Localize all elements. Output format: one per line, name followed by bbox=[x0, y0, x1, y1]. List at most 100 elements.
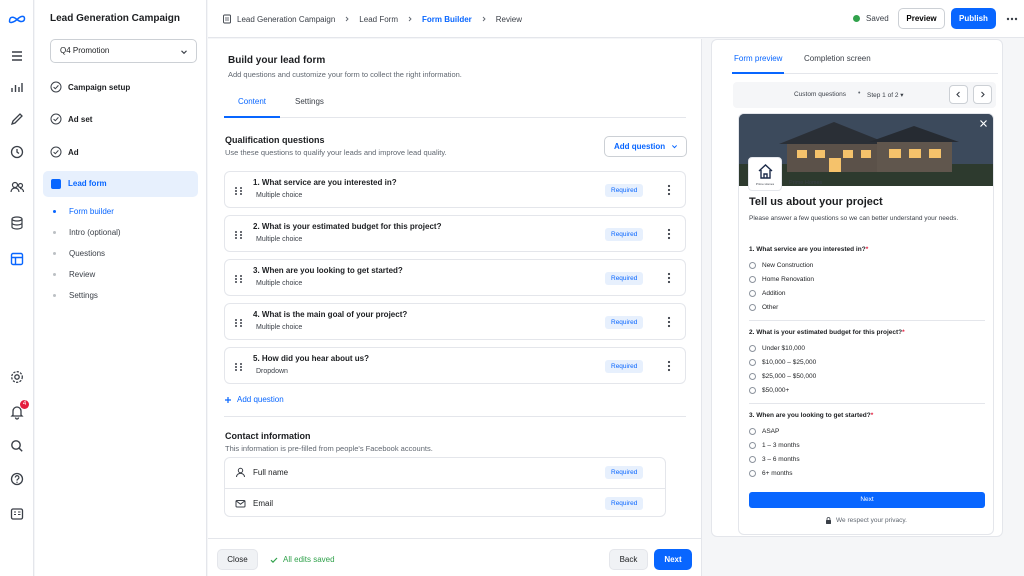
back-button[interactable]: Back bbox=[609, 549, 648, 570]
help-icon[interactable] bbox=[9, 471, 25, 487]
radio-icon bbox=[749, 428, 756, 435]
substep-intro[interactable]: Intro (optional) bbox=[53, 228, 121, 237]
step-campaign-setup[interactable]: Campaign setup bbox=[50, 78, 130, 96]
required-badge: Required bbox=[605, 272, 644, 285]
drag-handle-icon[interactable] bbox=[234, 318, 243, 328]
analytics-icon[interactable] bbox=[9, 79, 25, 95]
question-card[interactable]: 5. How did you hear about us? Dropdown R… bbox=[224, 347, 686, 384]
radio-option[interactable]: $25,000 – $50,000 bbox=[749, 373, 816, 380]
tab-content[interactable]: Content bbox=[224, 97, 281, 118]
add-question-dropdown[interactable]: Add question bbox=[604, 136, 687, 157]
radio-option[interactable]: Addition bbox=[749, 290, 786, 297]
form-builder-panel: Build your lead form Add questions and c… bbox=[208, 39, 702, 538]
breadcrumb-form-builder[interactable]: Form Builder bbox=[422, 15, 472, 24]
preview-step-select[interactable]: Step 1 of 2 ▾ bbox=[867, 91, 904, 99]
preview-button[interactable]: Preview bbox=[898, 8, 945, 29]
question-card[interactable]: 2. What is your estimated budget for thi… bbox=[224, 215, 686, 252]
question-card[interactable]: 1. What service are you interested in? M… bbox=[224, 171, 686, 208]
step-ad-set[interactable]: Ad set bbox=[50, 110, 92, 128]
substep-form-builder[interactable]: Form builder bbox=[53, 207, 114, 216]
settings-icon[interactable] bbox=[9, 369, 25, 385]
clock-icon[interactable] bbox=[9, 144, 25, 160]
meta-logo-icon[interactable] bbox=[8, 11, 26, 27]
question-card[interactable]: 4. What is the main goal of your project… bbox=[224, 303, 686, 340]
radio-option[interactable]: New Construction bbox=[749, 262, 813, 269]
step-label: Lead form bbox=[68, 179, 107, 188]
drag-handle-icon[interactable] bbox=[234, 186, 243, 196]
close-icon[interactable] bbox=[978, 118, 989, 129]
tab-completion-screen[interactable]: Completion screen bbox=[802, 54, 873, 74]
radio-option[interactable]: $10,000 – $25,000 bbox=[749, 359, 816, 366]
radio-option[interactable]: 3 – 6 months bbox=[749, 456, 800, 463]
radio-option[interactable]: Home Renovation bbox=[749, 276, 814, 283]
radio-option[interactable]: Other bbox=[749, 304, 778, 311]
more-options-icon[interactable] bbox=[1005, 12, 1019, 26]
question-title: 5. How did you hear about us? bbox=[253, 354, 370, 363]
radio-icon bbox=[749, 456, 756, 463]
substep-review[interactable]: Review bbox=[53, 270, 95, 279]
breadcrumb-lead-form[interactable]: Lead Form bbox=[359, 15, 398, 24]
preview-question-label: 2. What is your estimated budget for thi… bbox=[749, 329, 905, 336]
database-icon[interactable] bbox=[9, 215, 25, 231]
required-badge: Required bbox=[605, 228, 644, 241]
radio-label: 6+ months bbox=[762, 470, 793, 477]
campaign-select[interactable]: Q4 Promotion bbox=[50, 39, 197, 63]
step-ad[interactable]: Ad bbox=[50, 143, 79, 161]
notifications-icon[interactable]: 4 bbox=[9, 400, 29, 420]
add-question-link[interactable]: Add question bbox=[224, 395, 284, 404]
pages-icon[interactable] bbox=[9, 506, 25, 522]
breadcrumb-review[interactable]: Review bbox=[496, 15, 522, 24]
edit-icon[interactable] bbox=[9, 111, 25, 127]
edits-status-label: All edits saved bbox=[283, 555, 335, 564]
kebab-menu-icon[interactable] bbox=[665, 228, 673, 240]
audience-icon[interactable] bbox=[9, 179, 25, 195]
preview-question-label: 3. When are you looking to get started?* bbox=[749, 412, 874, 419]
next-button[interactable]: Next bbox=[654, 549, 692, 570]
question-title: 4. What is the main goal of your project… bbox=[253, 310, 408, 319]
tab-form-preview[interactable]: Form preview bbox=[732, 54, 785, 74]
substep-settings[interactable]: Settings bbox=[53, 291, 98, 300]
radio-option[interactable]: Under $10,000 bbox=[749, 345, 805, 352]
chevron-down-icon bbox=[671, 145, 678, 149]
drag-handle-icon[interactable] bbox=[234, 230, 243, 240]
search-icon[interactable] bbox=[9, 438, 25, 454]
forms-icon[interactable] bbox=[9, 251, 25, 267]
logo-text: Prime Homes bbox=[755, 182, 775, 186]
drag-handle-icon[interactable] bbox=[234, 362, 243, 372]
preview-prev-button[interactable] bbox=[949, 85, 968, 104]
lead-form-icon bbox=[51, 179, 61, 189]
kebab-menu-icon[interactable] bbox=[665, 184, 673, 196]
radio-label: ASAP bbox=[762, 428, 780, 435]
radio-label: Home Renovation bbox=[762, 276, 815, 283]
radio-option[interactable]: 6+ months bbox=[749, 470, 793, 477]
status-dot-icon bbox=[853, 15, 860, 22]
required-badge: Required bbox=[605, 184, 644, 197]
preview-section-label: Custom questions bbox=[794, 91, 847, 98]
question-card[interactable]: 3. When are you looking to get started? … bbox=[224, 259, 686, 296]
menu-icon[interactable] bbox=[9, 48, 25, 64]
contact-fields: Full name Required Email Required bbox=[224, 457, 666, 517]
drag-handle-icon[interactable] bbox=[234, 274, 243, 284]
edits-status: All edits saved bbox=[270, 555, 335, 564]
radio-option[interactable]: ASAP bbox=[749, 428, 779, 435]
step-lead-form[interactable]: Lead form bbox=[43, 171, 198, 197]
contact-field-full-name[interactable]: Full name Required bbox=[225, 458, 665, 488]
contact-field-email[interactable]: Email Required bbox=[225, 488, 665, 518]
kebab-menu-icon[interactable] bbox=[665, 316, 673, 328]
close-button[interactable]: Close bbox=[217, 549, 258, 570]
kebab-menu-icon[interactable] bbox=[665, 272, 673, 284]
tab-settings[interactable]: Settings bbox=[281, 97, 338, 118]
preview-next-submit[interactable]: Next bbox=[749, 492, 985, 508]
publish-button[interactable]: Publish bbox=[951, 8, 996, 29]
preview-question-text: 1. What service are you interested in? bbox=[749, 246, 866, 253]
breadcrumb-campaign[interactable]: Lead Generation Campaign bbox=[237, 15, 335, 24]
required-badge: Required bbox=[605, 497, 644, 510]
preview-next-button[interactable] bbox=[973, 85, 992, 104]
kebab-menu-icon[interactable] bbox=[665, 360, 673, 372]
form-preview-device: Prime Homes Prime Homes Tell us about yo… bbox=[738, 113, 994, 535]
radio-option[interactable]: 1 – 3 months bbox=[749, 442, 800, 449]
chevron-right-icon bbox=[345, 16, 349, 22]
radio-option[interactable]: $50,000+ bbox=[749, 387, 789, 394]
question-type: Multiple choice bbox=[256, 280, 303, 287]
substep-questions[interactable]: Questions bbox=[53, 249, 105, 258]
